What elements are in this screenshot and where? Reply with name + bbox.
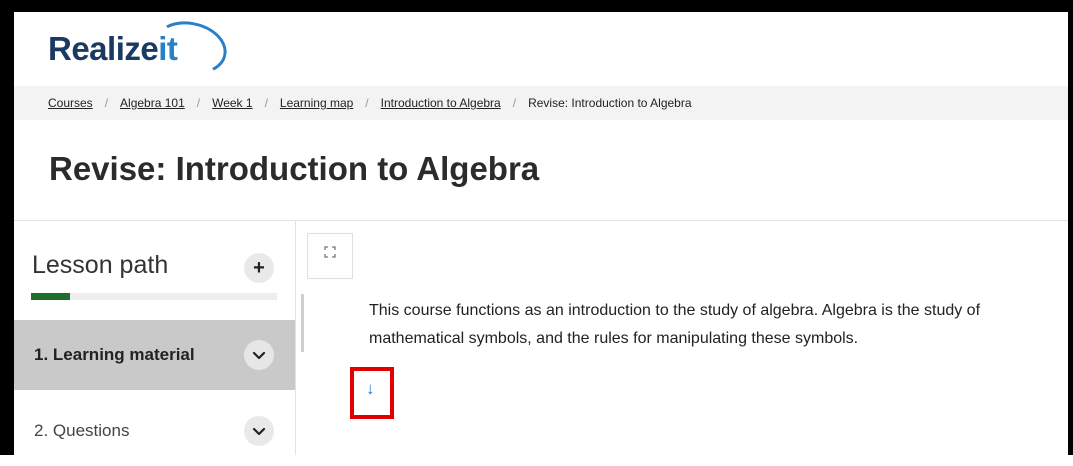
expand-icon <box>324 246 336 258</box>
realizeit-logo[interactable]: Realizeit <box>48 14 232 82</box>
breadcrumb-separator: / <box>196 96 201 110</box>
breadcrumb-introduction-to-algebra[interactable]: Introduction to Algebra <box>381 96 501 110</box>
lesson-paragraph: This course functions as an introduction… <box>369 302 981 347</box>
breadcrumb-week-1[interactable]: Week 1 <box>212 96 252 110</box>
page-title: Revise: Introduction to Algebra <box>49 150 540 187</box>
lesson-path-item-questions[interactable]: 2. Questions <box>14 396 295 466</box>
breadcrumb: Courses / Algebra 101 / Week 1 / Learnin… <box>14 86 1068 120</box>
logo-text: Realize <box>48 30 159 67</box>
content-left-rule <box>301 294 304 352</box>
breadcrumb-algebra-101[interactable]: Algebra 101 <box>120 96 185 110</box>
lesson-path-title: Lesson path <box>32 251 169 279</box>
breadcrumb-separator: / <box>512 96 517 110</box>
lesson-path-item-label: 1. Learning material <box>34 345 195 364</box>
breadcrumb-current: Revise: Introduction to Algebra <box>528 96 692 110</box>
chevron-down-icon <box>252 427 266 435</box>
lesson-path-item-label: 2. Questions <box>34 421 130 440</box>
breadcrumb-separator: / <box>104 96 109 110</box>
lesson-path-item-learning-material[interactable]: 1. Learning material <box>14 320 295 390</box>
add-button[interactable]: + <box>244 253 274 283</box>
expand-questions-button[interactable] <box>244 416 274 446</box>
lesson-path-sidebar: Lesson path + 1. Learning material 2. Qu… <box>14 221 296 455</box>
chevron-down-icon <box>252 351 266 359</box>
next-arrow-button[interactable]: ↓ <box>366 379 375 399</box>
plus-icon: + <box>253 256 265 279</box>
breadcrumb-courses[interactable]: Courses <box>48 96 93 110</box>
lesson-progress-fill <box>31 293 71 300</box>
lesson-progress-bar <box>31 293 277 300</box>
breadcrumb-separator: / <box>264 96 268 110</box>
expand-learning-material-button[interactable] <box>244 340 274 370</box>
breadcrumb-separator: / <box>365 96 369 110</box>
fullscreen-button[interactable] <box>307 233 353 279</box>
breadcrumb-learning-map[interactable]: Learning map <box>280 96 353 110</box>
lesson-content: This course functions as an introduction… <box>296 221 1068 455</box>
